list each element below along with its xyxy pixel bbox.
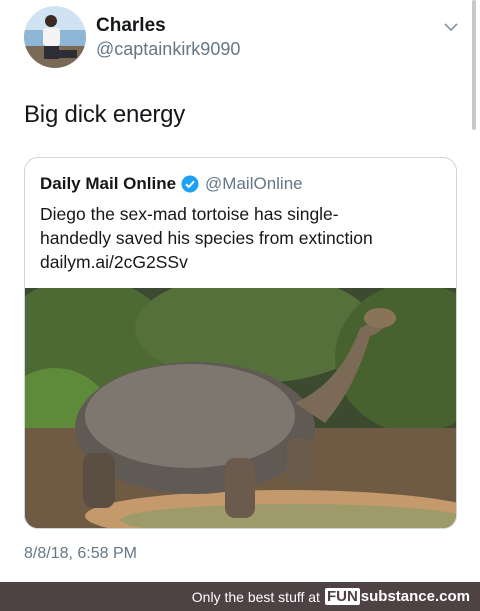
logo-substance: substance	[360, 588, 435, 605]
author-name[interactable]: Charles	[96, 15, 166, 37]
quoted-tweet-text: Diego the sex-mad tortoise has single- h…	[40, 202, 450, 274]
funsubstance-logo: FUN substance .com	[324, 588, 470, 605]
author-handle[interactable]: @captainkirk9090	[96, 39, 240, 60]
tweet-timestamp[interactable]: 8/8/18, 6:58 PM	[24, 545, 137, 563]
tweet-card: Charles @captainkirk9090 Big dick energy…	[0, 0, 480, 582]
quoted-text-line: handedly saved his species from extincti…	[40, 228, 373, 248]
quoted-tweet-header: Daily Mail Online @MailOnline	[40, 173, 303, 195]
quoted-tweet[interactable]: Daily Mail Online @MailOnline Diego the …	[24, 157, 457, 529]
quoted-text-line: Diego the sex-mad tortoise has single-	[40, 204, 339, 224]
quoted-tweet-link[interactable]: dailym.ai/2cG2SSv	[40, 250, 450, 274]
quoted-author-name[interactable]: Daily Mail Online	[40, 174, 176, 194]
chevron-down-icon[interactable]	[442, 20, 460, 34]
user-avatar[interactable]	[24, 6, 86, 68]
tweet-text: Big dick energy	[24, 101, 186, 128]
footer-tagline: Only the best stuff at	[191, 588, 320, 605]
quoted-author-handle[interactable]: @MailOnline	[205, 174, 303, 194]
logo-fun: FUN	[324, 588, 360, 605]
logo-domain: .com	[434, 588, 470, 605]
tortoise-photo[interactable]	[25, 288, 457, 529]
verified-badge-icon	[181, 175, 199, 193]
scrollbar[interactable]	[472, 0, 476, 130]
watermark-footer: Only the best stuff at FUN substance .co…	[0, 582, 480, 611]
avatar-photo-icon	[24, 6, 86, 68]
